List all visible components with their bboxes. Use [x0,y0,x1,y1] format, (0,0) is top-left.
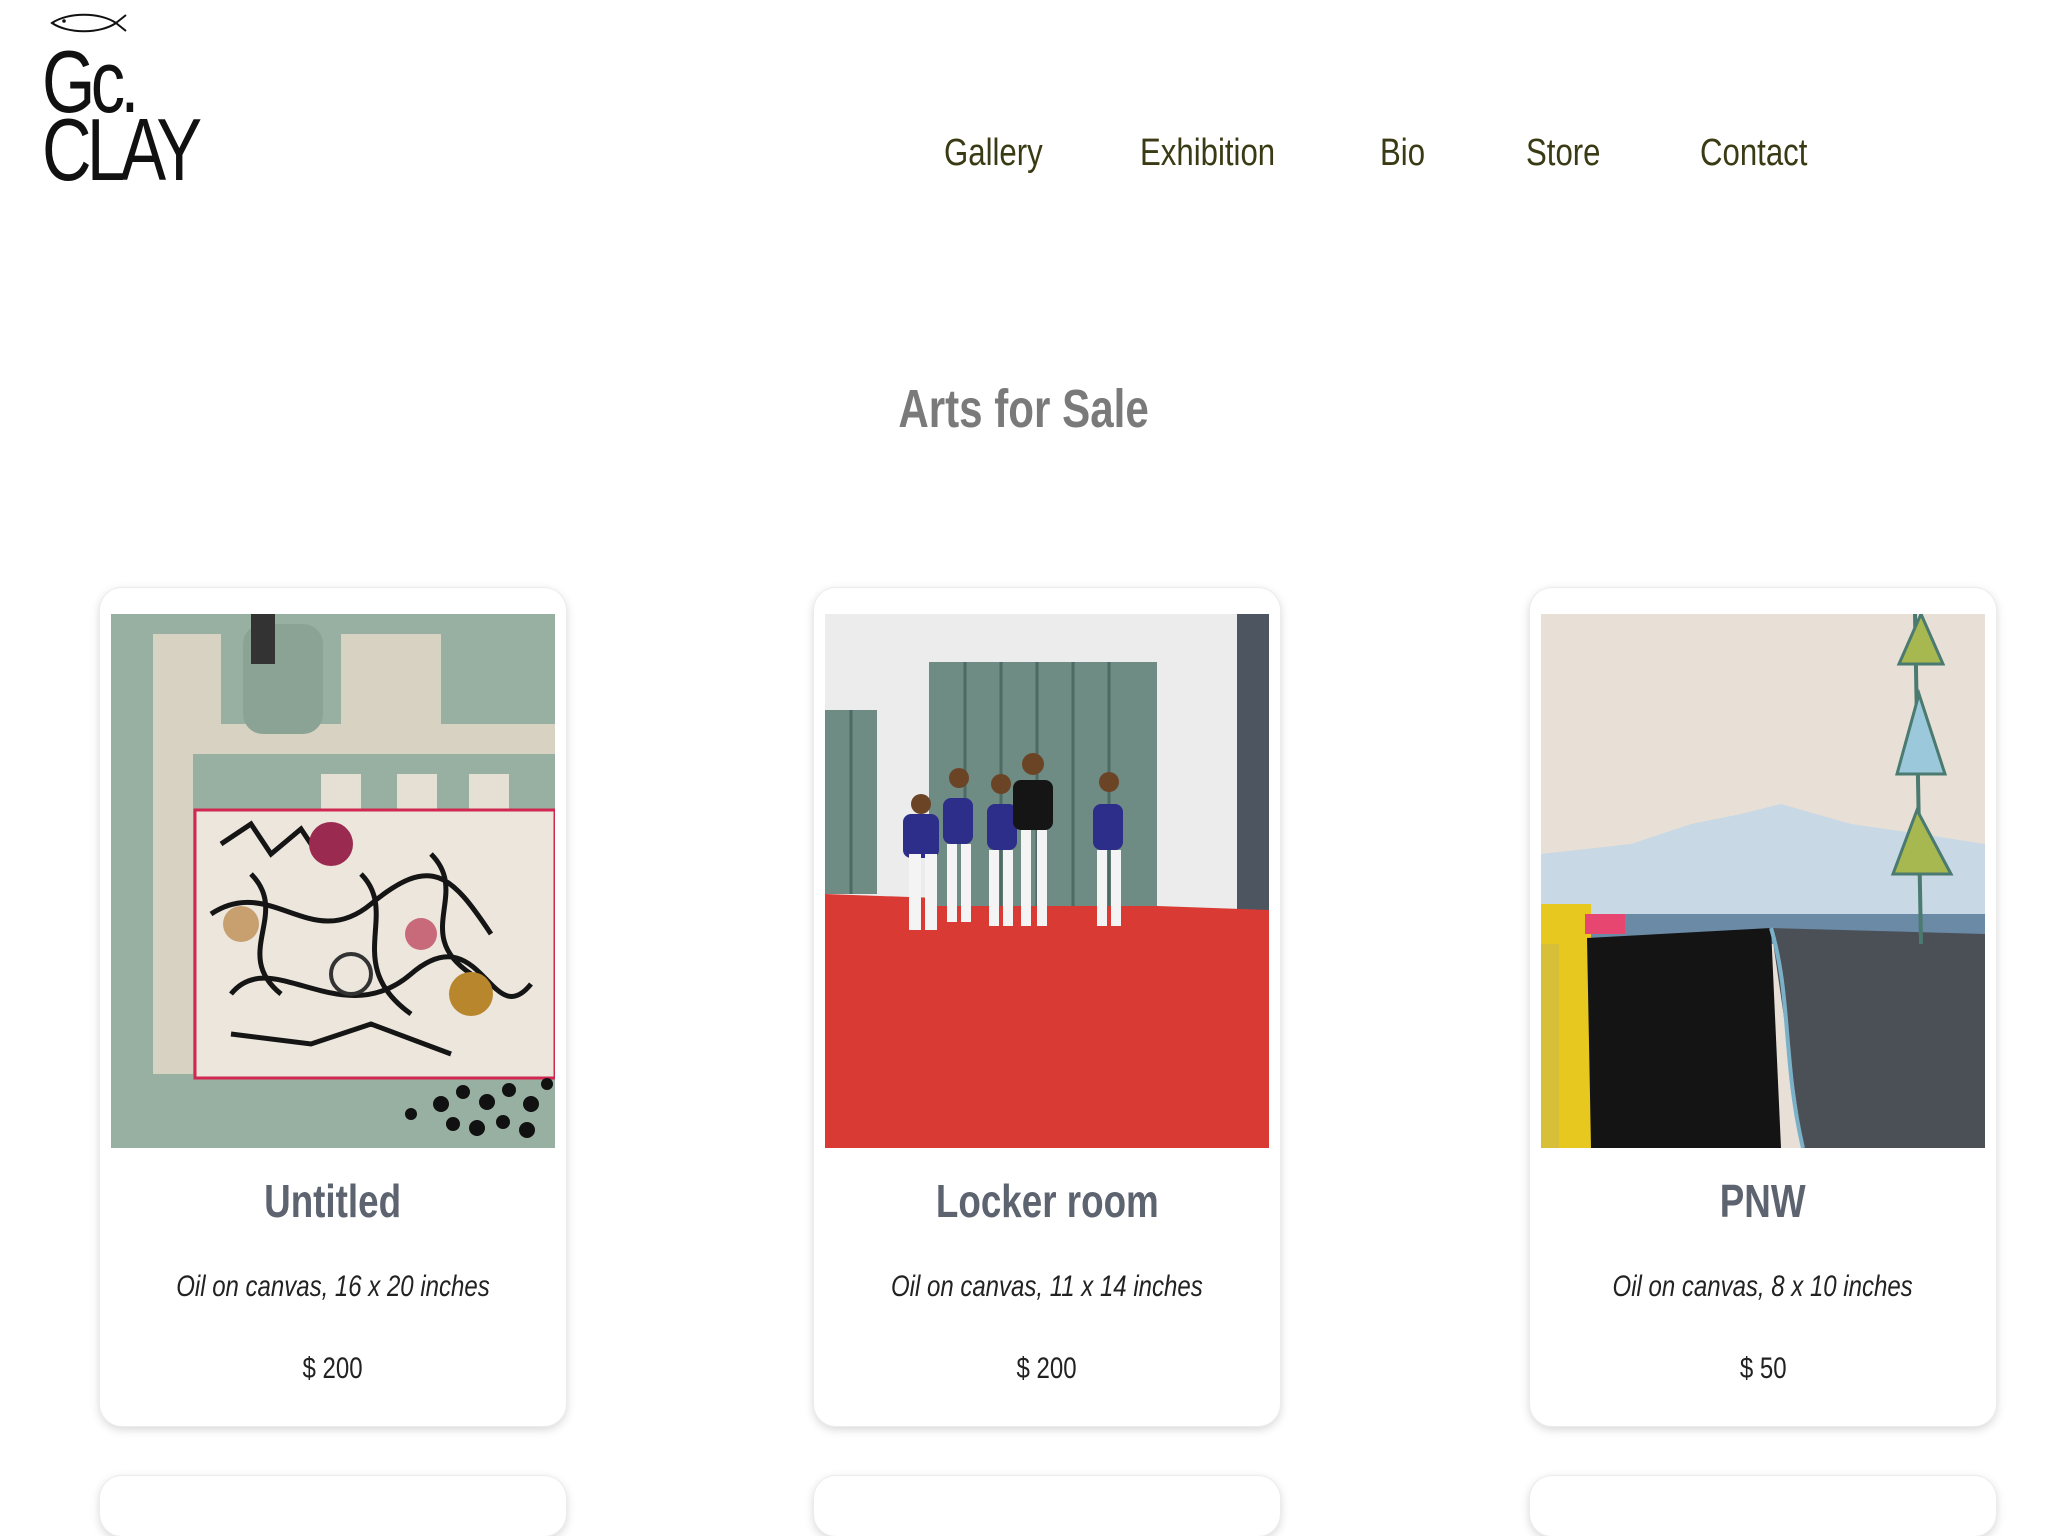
product-card[interactable]: Untitled Oil on canvas, 16 x 20 inches $… [100,588,566,1426]
nav-item-exhibition[interactable]: Exhibition [1140,132,1275,175]
product-image[interactable] [1541,614,1985,1148]
product-card-next-row[interactable] [814,1476,1280,1536]
product-card-next-row[interactable] [1530,1476,1996,1536]
product-title[interactable]: Locker room [814,1174,1280,1228]
product-description-text: Oil on canvas, 8 x 10 inches [1612,1270,1914,1303]
nav-item-store[interactable]: Store [1526,132,1600,175]
product-description-text: Oil on canvas, 11 x 14 inches [891,1270,1203,1303]
product-title-text: Untitled [264,1175,402,1227]
page-title: Arts for Sale [0,378,2048,440]
product-description-text: Oil on canvas, 16 x 20 inches [176,1270,490,1303]
product-card-next-row[interactable] [100,1476,566,1536]
abstract-painting-image [111,614,555,1148]
product-title[interactable]: PNW [1530,1174,1996,1228]
product-price: $ 200 [100,1352,566,1386]
product-price: $ 200 [814,1352,1280,1386]
product-price-text: $ 50 [1739,1352,1787,1385]
product-price: $ 50 [1530,1352,1996,1386]
main-nav: Gallery Exhibition Bio Store Contact [0,132,2048,192]
product-title-text: PNW [1720,1175,1806,1227]
product-title-text: Locker room [935,1175,1159,1227]
product-card[interactable]: Locker room Oil on canvas, 11 x 14 inche… [814,588,1280,1426]
nav-item-gallery[interactable]: Gallery [944,132,1043,175]
product-image[interactable] [825,614,1269,1148]
nav-item-bio[interactable]: Bio [1380,132,1425,175]
product-price-text: $ 200 [1016,1352,1078,1385]
product-image[interactable] [111,614,555,1148]
landscape-painting-image [1541,614,1985,1148]
product-title[interactable]: Untitled [100,1174,566,1228]
page-title-text: Arts for Sale [898,379,1150,439]
nav-item-contact[interactable]: Contact [1700,132,1807,175]
product-description: Oil on canvas, 8 x 10 inches [1530,1270,1996,1304]
product-card[interactable]: PNW Oil on canvas, 8 x 10 inches $ 50 [1530,588,1996,1426]
dancers-locker-room-painting-image [825,614,1269,1148]
product-price-text: $ 200 [302,1352,364,1385]
product-description: Oil on canvas, 11 x 14 inches [814,1270,1280,1304]
product-description: Oil on canvas, 16 x 20 inches [100,1270,566,1304]
